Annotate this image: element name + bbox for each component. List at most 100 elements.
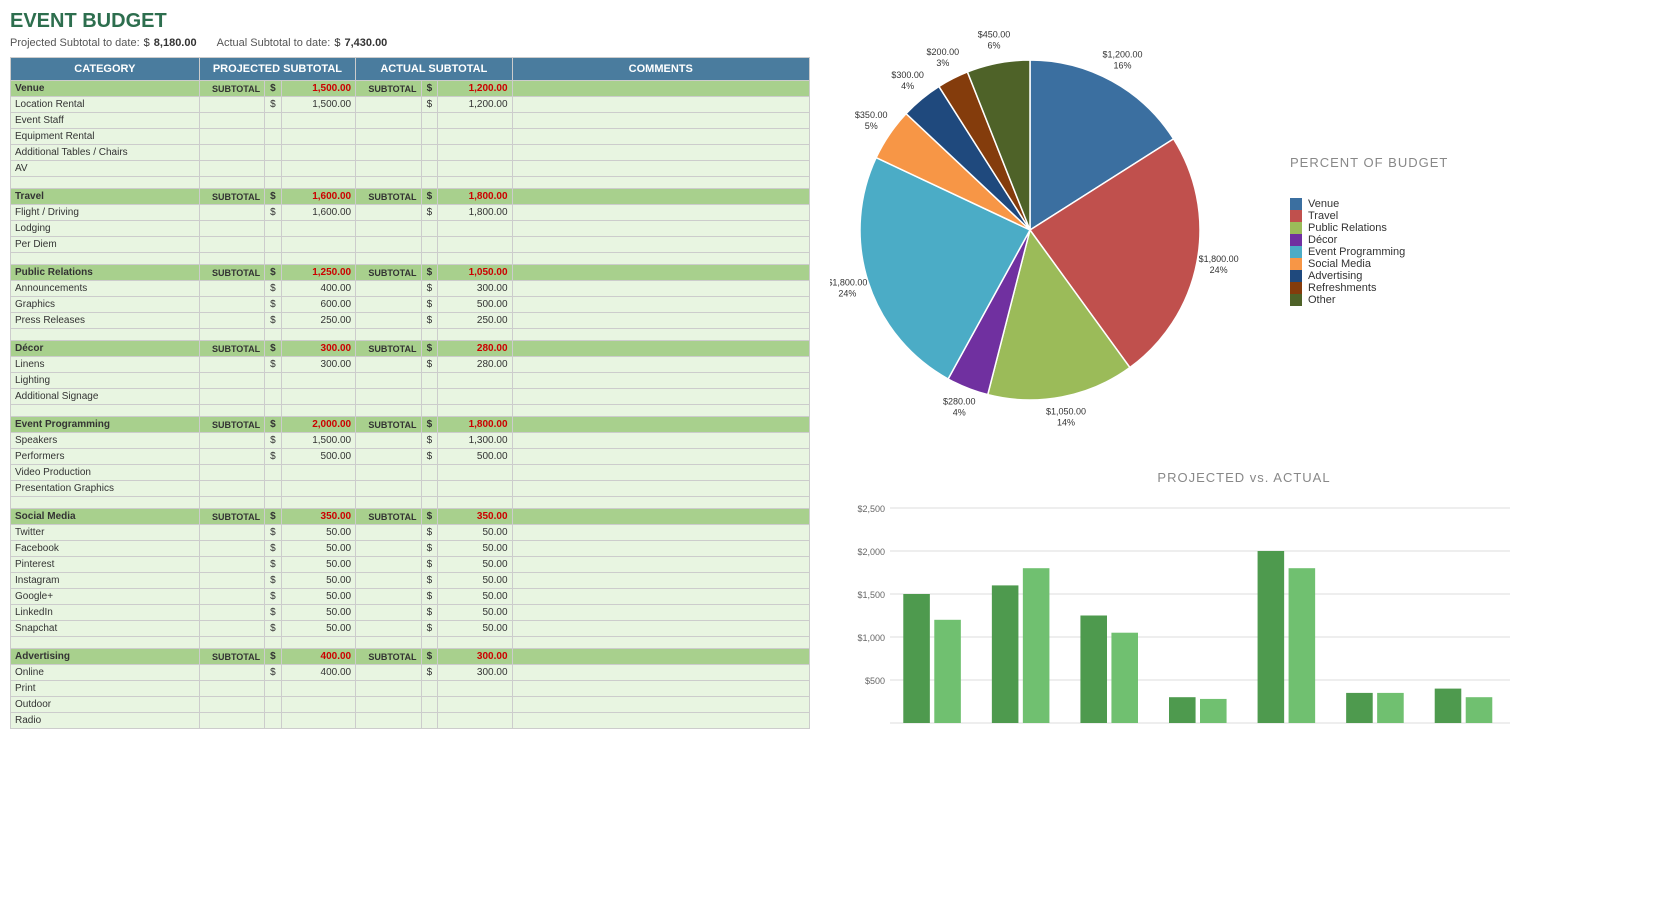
act-row-label bbox=[356, 697, 421, 713]
act-row-label bbox=[356, 297, 421, 313]
row-comments bbox=[512, 665, 809, 681]
proj-row-amount: 400.00 bbox=[281, 281, 355, 297]
proj-row-amount bbox=[281, 221, 355, 237]
proj-row-dollar: $ bbox=[265, 541, 282, 557]
proj-row-amount bbox=[281, 161, 355, 177]
actual-bar bbox=[1200, 699, 1227, 723]
legend-label: Social Media bbox=[1308, 258, 1371, 270]
act-row-amount: 50.00 bbox=[438, 525, 512, 541]
header-category: CATEGORY bbox=[11, 58, 200, 81]
row-comments bbox=[512, 389, 809, 405]
proj-row-dollar: $ bbox=[265, 449, 282, 465]
category-row: Travel SUBTOTAL $ 1,600.00 SUBTOTAL $ 1,… bbox=[11, 189, 810, 205]
proj-row-label bbox=[199, 405, 264, 417]
legend-color-box bbox=[1290, 282, 1302, 294]
proj-row-dollar bbox=[265, 129, 282, 145]
row-comments bbox=[512, 481, 809, 497]
act-subtotal-amount: 1,200.00 bbox=[438, 81, 512, 97]
pie-label-pct: 24% bbox=[1210, 265, 1228, 275]
item-name: Press Releases bbox=[11, 313, 200, 329]
table-row bbox=[11, 253, 810, 265]
proj-row-dollar: $ bbox=[265, 313, 282, 329]
act-row-label bbox=[356, 237, 421, 253]
act-row-amount bbox=[438, 481, 512, 497]
row-comments bbox=[512, 433, 809, 449]
row-comments bbox=[512, 373, 809, 389]
item-name bbox=[11, 329, 200, 341]
table-row: Snapchat $ 50.00 $ 50.00 bbox=[11, 621, 810, 637]
actual-bar bbox=[934, 620, 961, 723]
category-name: Public Relations bbox=[11, 265, 200, 281]
page-title: EVENT BUDGET bbox=[10, 10, 810, 33]
item-name: Snapchat bbox=[11, 621, 200, 637]
row-comments bbox=[512, 329, 809, 341]
proj-row-label bbox=[199, 237, 264, 253]
table-row: Print bbox=[11, 681, 810, 697]
proj-row-label bbox=[199, 449, 264, 465]
act-row-amount: 1,300.00 bbox=[438, 433, 512, 449]
act-row-amount bbox=[438, 405, 512, 417]
act-subtotal-label: SUBTOTAL bbox=[356, 81, 421, 97]
table-row: Per Diem bbox=[11, 237, 810, 253]
legend-label: Public Relations bbox=[1308, 222, 1387, 234]
proj-subtotal-amount: 1,250.00 bbox=[281, 265, 355, 281]
proj-row-amount: 50.00 bbox=[281, 557, 355, 573]
header-projected: PROJECTED SUBTOTAL bbox=[199, 58, 355, 81]
act-subtotal-label: SUBTOTAL bbox=[356, 341, 421, 357]
legend-color-box bbox=[1290, 198, 1302, 210]
actual-value: 7,430.00 bbox=[344, 37, 387, 49]
proj-row-dollar: $ bbox=[265, 205, 282, 221]
pie-chart-container: $1,200.0016%$1,800.0024%$1,050.0014%$280… bbox=[820, 10, 1668, 450]
act-row-amount: 50.00 bbox=[438, 621, 512, 637]
act-row-label bbox=[356, 389, 421, 405]
act-row-amount bbox=[438, 389, 512, 405]
category-comments bbox=[512, 417, 809, 433]
category-row: Advertising SUBTOTAL $ 400.00 SUBTOTAL $… bbox=[11, 649, 810, 665]
act-row-amount: 50.00 bbox=[438, 573, 512, 589]
pie-label-amount: $280.00 bbox=[943, 397, 976, 407]
item-name: Flight / Driving bbox=[11, 205, 200, 221]
row-comments bbox=[512, 557, 809, 573]
proj-row-amount: 50.00 bbox=[281, 525, 355, 541]
pie-label-pct: 16% bbox=[1113, 61, 1131, 71]
proj-row-amount bbox=[281, 389, 355, 405]
act-row-label bbox=[356, 557, 421, 573]
act-row-dollar: $ bbox=[421, 281, 438, 297]
item-name: Radio bbox=[11, 713, 200, 729]
pie-chart-area: $1,200.0016%$1,800.0024%$1,050.0014%$280… bbox=[830, 20, 1658, 440]
act-row-amount bbox=[438, 129, 512, 145]
proj-row-amount bbox=[281, 113, 355, 129]
legend-item: Social Media bbox=[1290, 258, 1448, 270]
act-subtotal-label: SUBTOTAL bbox=[356, 189, 421, 205]
proj-row-label bbox=[199, 557, 264, 573]
act-subtotal-amount: 300.00 bbox=[438, 649, 512, 665]
item-name: Online bbox=[11, 665, 200, 681]
table-row: LinkedIn $ 50.00 $ 50.00 bbox=[11, 605, 810, 621]
item-name: Lighting bbox=[11, 373, 200, 389]
act-row-label bbox=[356, 221, 421, 237]
pie-label-amount: $300.00 bbox=[891, 70, 924, 80]
proj-row-amount bbox=[281, 237, 355, 253]
act-row-dollar: $ bbox=[421, 557, 438, 573]
item-name: Graphics bbox=[11, 297, 200, 313]
category-row: Social Media SUBTOTAL $ 350.00 SUBTOTAL … bbox=[11, 509, 810, 525]
item-name: Event Staff bbox=[11, 113, 200, 129]
act-row-label bbox=[356, 621, 421, 637]
proj-row-amount bbox=[281, 697, 355, 713]
proj-row-label bbox=[199, 573, 264, 589]
act-row-dollar: $ bbox=[421, 525, 438, 541]
proj-row-dollar: $ bbox=[265, 433, 282, 449]
act-row-amount: 1,200.00 bbox=[438, 97, 512, 113]
proj-row-label bbox=[199, 281, 264, 297]
proj-row-amount bbox=[281, 465, 355, 481]
act-row-dollar bbox=[421, 637, 438, 649]
pie-label-pct: 14% bbox=[1057, 418, 1075, 428]
proj-row-amount bbox=[281, 145, 355, 161]
act-row-label bbox=[356, 681, 421, 697]
item-name: Video Production bbox=[11, 465, 200, 481]
act-row-label bbox=[356, 481, 421, 497]
act-row-amount bbox=[438, 145, 512, 161]
act-row-amount: 1,800.00 bbox=[438, 205, 512, 221]
proj-row-dollar: $ bbox=[265, 297, 282, 313]
act-row-label bbox=[356, 637, 421, 649]
